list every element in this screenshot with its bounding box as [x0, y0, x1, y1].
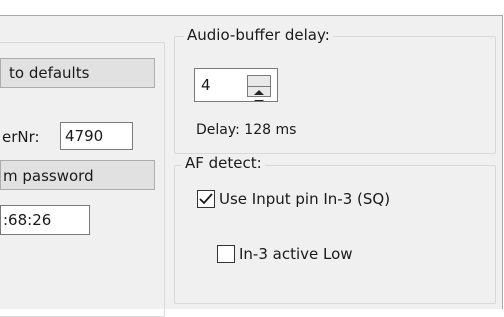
active-low-label[interactable]: In-3 active Low — [239, 244, 353, 264]
serial-number-value: 4790 — [65, 127, 104, 145]
use-input-pin-checkbox[interactable] — [197, 190, 215, 208]
active-low-checkbox[interactable] — [217, 245, 235, 263]
spinner-buttons — [247, 75, 271, 101]
reset-to-defaults-label: to defaults — [9, 64, 90, 82]
serial-number-field[interactable]: 4790 — [60, 122, 133, 150]
change-password-label: m password — [3, 167, 94, 185]
reset-to-defaults-button[interactable]: to defaults — [0, 58, 155, 88]
arrow-up-icon[interactable] — [248, 76, 270, 95]
settings-panel: to defaults erNr: 4790 m password :68:26… — [0, 15, 503, 317]
use-input-pin-label[interactable]: Use Input pin In-3 (SQ) — [219, 189, 390, 209]
af-detect-legend: AF detect: — [182, 154, 265, 172]
af-detect-groupbox — [174, 165, 496, 304]
check-icon — [199, 193, 213, 205]
serial-number-label: erNr: — [2, 128, 40, 146]
delay-spinner-value: 4 — [201, 76, 211, 94]
time-value: :68:26 — [3, 211, 52, 229]
audio-buffer-legend: Audio-buffer delay: — [184, 26, 333, 44]
time-field[interactable]: :68:26 — [0, 205, 90, 235]
delay-spinner[interactable]: 4 — [194, 68, 278, 102]
arrow-down-icon[interactable] — [248, 86, 270, 101]
change-password-button[interactable]: m password — [0, 160, 155, 190]
delay-text: Delay: 128 ms — [196, 122, 297, 138]
